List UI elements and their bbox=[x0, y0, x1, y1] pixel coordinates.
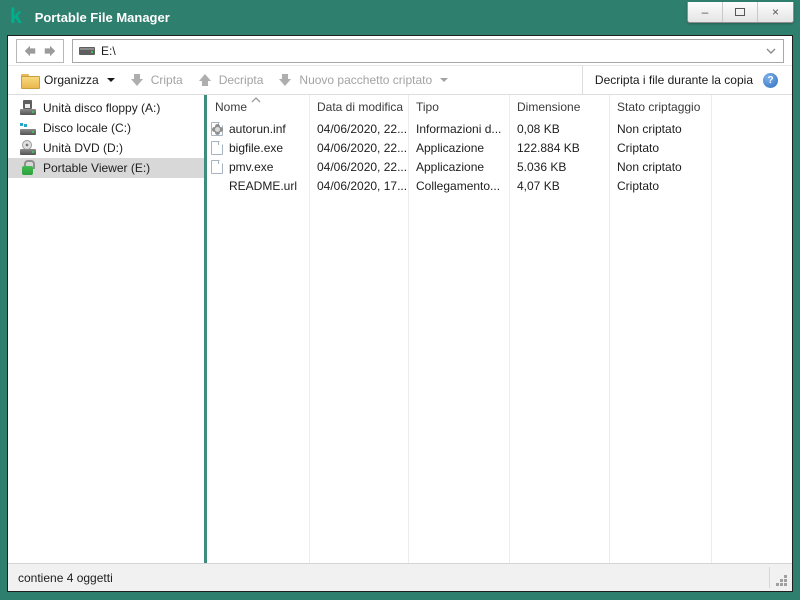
hard-disk-icon bbox=[20, 120, 36, 136]
column-header[interactable]: Tipo bbox=[408, 100, 509, 114]
navigation-bar: E:\ bbox=[8, 36, 792, 66]
main-area: Unità disco floppy (A:) Disco locale (C:… bbox=[8, 95, 792, 563]
maximize-icon bbox=[735, 8, 745, 16]
minimize-button[interactable]: – bbox=[688, 2, 723, 22]
file-name: autorun.inf bbox=[229, 122, 286, 136]
file-name: README.url bbox=[229, 179, 297, 193]
decripta-label: Decripta bbox=[219, 73, 264, 87]
portable-file-manager-window: k Portable File Manager – × E:\ Organi bbox=[0, 0, 800, 600]
organizza-label: Organizza bbox=[44, 73, 99, 87]
column-header[interactable]: Stato criptaggio bbox=[609, 100, 711, 114]
file-modified: 04/06/2020, 22... bbox=[309, 141, 408, 155]
file-size: 4,07 KB bbox=[509, 179, 609, 193]
organizza-button[interactable]: Organizza bbox=[14, 68, 122, 92]
status-bar: contiene 4 oggetti bbox=[8, 563, 792, 591]
table-row[interactable]: pmv.exe 04/06/2020, 22... Applicazione 5… bbox=[207, 157, 792, 176]
kaspersky-logo-icon: k bbox=[10, 6, 22, 27]
nuovo-pacchetto-criptato-button[interactable]: Nuovo pacchetto criptato bbox=[270, 68, 455, 92]
column-gridline bbox=[408, 95, 409, 563]
file-encryption-status: Criptato bbox=[609, 179, 711, 193]
file-type: Informazioni d... bbox=[408, 122, 509, 136]
maximize-button[interactable] bbox=[723, 2, 758, 22]
close-button[interactable]: × bbox=[758, 2, 793, 22]
column-header-row: Nome Data di modifica Tipo Dimensione St… bbox=[207, 95, 792, 119]
file-list: Nome Data di modifica Tipo Dimensione St… bbox=[207, 95, 792, 563]
decrypt-on-copy-label: Decripta i file durante la copia bbox=[583, 73, 763, 87]
floppy-drive-icon bbox=[20, 100, 36, 116]
organizza-dropdown-chevron-icon bbox=[107, 78, 115, 82]
file-name: pmv.exe bbox=[229, 160, 273, 174]
file-size: 0,08 KB bbox=[509, 122, 609, 136]
column-gridline bbox=[509, 95, 510, 563]
nuovo-pacchetto-label: Nuovo pacchetto criptato bbox=[299, 73, 432, 87]
column-gridline bbox=[609, 95, 610, 563]
minimize-icon: – bbox=[702, 6, 709, 18]
help-icon[interactable]: ? bbox=[763, 73, 778, 88]
file-rows: autorun.inf 04/06/2020, 22... Informazio… bbox=[207, 119, 792, 195]
table-row[interactable]: autorun.inf 04/06/2020, 22... Informazio… bbox=[207, 119, 792, 138]
history-buttons bbox=[16, 39, 64, 63]
file-type: Applicazione bbox=[408, 160, 509, 174]
window-controls: – × bbox=[687, 2, 794, 23]
folder-icon bbox=[21, 74, 38, 87]
close-icon: × bbox=[772, 6, 779, 18]
sidebar-item-label: Disco locale (C:) bbox=[43, 121, 131, 135]
package-down-arrow-icon bbox=[277, 72, 293, 88]
address-bar[interactable]: E:\ bbox=[72, 39, 784, 63]
sidebar-item-label: Portable Viewer (E:) bbox=[43, 161, 150, 175]
sidebar-item[interactable]: Disco locale (C:) bbox=[8, 118, 204, 138]
file-encryption-status: Non criptato bbox=[609, 122, 711, 136]
blank-file-icon bbox=[211, 141, 223, 155]
address-dropdown-chevron-icon[interactable] bbox=[765, 47, 777, 55]
drive-icon bbox=[79, 45, 95, 57]
window-title: Portable File Manager bbox=[35, 10, 170, 25]
window-content: E:\ Organizza Cripta Decripta Nuo bbox=[7, 35, 793, 592]
decripta-button[interactable]: Decripta bbox=[190, 68, 271, 92]
nuovo-pacchetto-dropdown-chevron-icon bbox=[440, 78, 448, 82]
column-gridline bbox=[309, 95, 310, 563]
file-type: Applicazione bbox=[408, 141, 509, 155]
sidebar-item[interactable]: Unità DVD (D:) bbox=[8, 138, 204, 158]
cripta-button[interactable]: Cripta bbox=[122, 68, 190, 92]
table-row[interactable]: bigfile.exe 04/06/2020, 22... Applicazio… bbox=[207, 138, 792, 157]
sidebar-item[interactable]: Portable Viewer (E:) bbox=[8, 158, 204, 178]
file-size: 5.036 KB bbox=[509, 160, 609, 174]
file-modified: 04/06/2020, 17... bbox=[309, 179, 408, 193]
file-modified: 04/06/2020, 22... bbox=[309, 122, 408, 136]
file-modified: 04/06/2020, 22... bbox=[309, 160, 408, 174]
status-text: contiene 4 oggetti bbox=[18, 571, 113, 585]
file-encryption-status: Criptato bbox=[609, 141, 711, 155]
column-header[interactable]: Dimensione bbox=[509, 100, 609, 114]
file-size: 122.884 KB bbox=[509, 141, 609, 155]
table-row[interactable]: README.url 04/06/2020, 17... Collegament… bbox=[207, 176, 792, 195]
blank-file-icon bbox=[211, 160, 223, 174]
toolbar: Organizza Cripta Decripta Nuovo pacchett… bbox=[8, 66, 792, 95]
drive-sidebar: Unità disco floppy (A:) Disco locale (C:… bbox=[8, 95, 204, 563]
file-name: bigfile.exe bbox=[229, 141, 283, 155]
forward-button[interactable] bbox=[43, 44, 57, 58]
sidebar-item[interactable]: Unità disco floppy (A:) bbox=[8, 98, 204, 118]
status-bar-separator bbox=[769, 567, 770, 588]
gear-file-icon bbox=[211, 122, 223, 136]
sidebar-item-label: Unità disco floppy (A:) bbox=[43, 101, 160, 115]
toolbar-right: Decripta i file durante la copia ? bbox=[582, 66, 786, 94]
cripta-label: Cripta bbox=[151, 73, 183, 87]
decrypt-up-arrow-icon bbox=[197, 72, 213, 88]
column-header[interactable]: Data di modifica bbox=[309, 100, 408, 114]
back-button[interactable] bbox=[23, 44, 37, 58]
dvd-drive-icon bbox=[20, 140, 36, 156]
file-encryption-status: Non criptato bbox=[609, 160, 711, 174]
sort-ascending-icon bbox=[251, 97, 261, 103]
titlebar: k Portable File Manager bbox=[7, 0, 793, 35]
column-gridline bbox=[711, 95, 712, 563]
encrypt-down-arrow-icon bbox=[129, 72, 145, 88]
address-path: E:\ bbox=[101, 44, 116, 58]
sidebar-item-label: Unità DVD (D:) bbox=[43, 141, 123, 155]
resize-grip-icon[interactable] bbox=[784, 583, 787, 586]
file-type: Collegamento... bbox=[408, 179, 509, 193]
lock-drive-icon bbox=[20, 160, 36, 176]
